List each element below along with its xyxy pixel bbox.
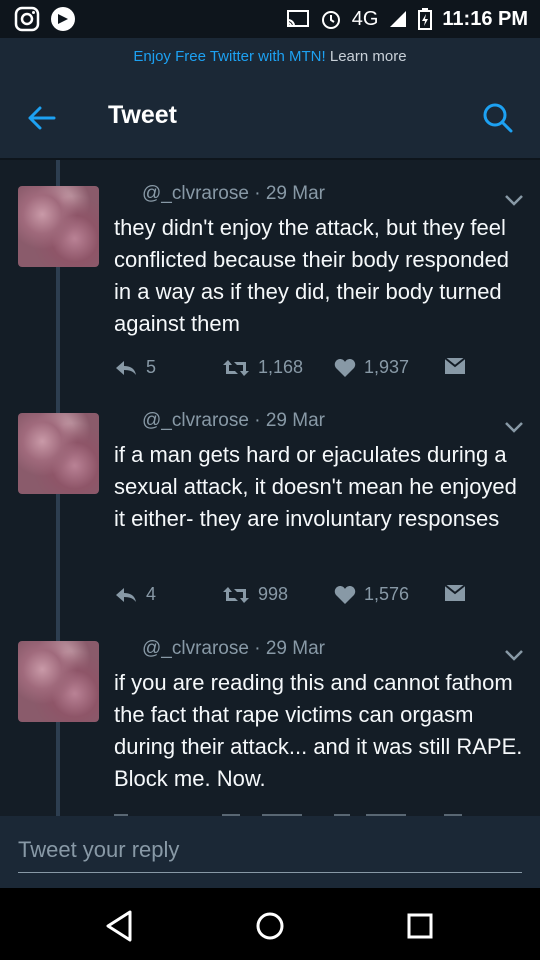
tweet-actions: 4 998 1,576 (114, 584, 534, 608)
direct-message-button[interactable] (444, 584, 466, 602)
back-triangle-icon[interactable] (100, 906, 140, 946)
promo-text: Enjoy Free Twitter with MTN! (133, 48, 326, 65)
status-bar: 4G 11:16 PM (0, 0, 540, 38)
chevron-down-icon[interactable] (503, 420, 525, 434)
app-bar: Tweet (0, 76, 540, 160)
retweet-icon (223, 359, 249, 376)
retweet-button[interactable]: 1,168 (222, 357, 303, 378)
reply-button[interactable]: 4 (114, 584, 156, 605)
avatar[interactable] (18, 413, 99, 494)
clock: 11:16 PM (442, 7, 528, 30)
retweet-icon (223, 586, 249, 603)
back-arrow-icon[interactable] (22, 98, 62, 138)
app-notification-icon (51, 7, 75, 31)
recents-square-icon[interactable] (400, 906, 440, 946)
reply-input[interactable] (18, 828, 522, 873)
avatar[interactable] (18, 641, 99, 722)
network-type: 4G (351, 7, 379, 30)
reply-icon (116, 587, 136, 602)
chevron-down-icon[interactable] (503, 193, 525, 207)
learn-more-link[interactable]: Learn more (330, 48, 407, 65)
search-icon[interactable] (478, 98, 518, 138)
reply-button[interactable]: 5 (114, 357, 156, 378)
tweet-date: 29 Mar (265, 410, 325, 431)
avatar[interactable] (18, 186, 99, 267)
tweet-text: they didn't enjoy the attack, but they f… (114, 215, 510, 336)
reply-composer (0, 816, 540, 888)
chevron-down-icon[interactable] (503, 648, 525, 662)
battery-icon (418, 8, 433, 30)
envelope-icon (444, 357, 466, 374)
tweet-handle[interactable]: @_clvrarose (142, 410, 249, 431)
tweet-date: 29 Mar (265, 638, 325, 659)
envelope-icon (444, 584, 466, 601)
tweet-handle[interactable]: @_clvrarose (142, 183, 249, 204)
signal-icon (390, 11, 407, 27)
tweet-text: if you are reading this and cannot fatho… (114, 670, 523, 791)
tweet-actions: 5 1,168 1,937 (114, 357, 534, 381)
home-circle-icon[interactable] (250, 906, 290, 946)
reply-icon (116, 360, 136, 375)
instagram-icon (14, 6, 40, 32)
reply-count: 5 (146, 357, 157, 377)
promo-banner[interactable]: Enjoy Free Twitter with MTN! Learn more (0, 38, 540, 76)
page-title: Tweet (108, 101, 177, 129)
like-count: 1,937 (364, 357, 410, 377)
tweet-handle[interactable]: @_clvrarose (142, 638, 249, 659)
tweet-meta: @_clvrarose · 29 Mar (142, 183, 325, 204)
cast-icon (286, 10, 309, 27)
like-count: 1,576 (364, 584, 410, 604)
system-nav-bar (0, 888, 540, 960)
like-button[interactable]: 1,937 (334, 357, 409, 378)
retweet-count: 1,168 (258, 357, 304, 377)
retweet-button[interactable]: 998 (222, 584, 288, 605)
tweet-date: 29 Mar (265, 183, 325, 204)
retweet-count: 998 (258, 584, 289, 604)
tweet-meta: @_clvrarose · 29 Mar (142, 638, 325, 659)
tweet-text: if a man gets hard or ejaculates during … (114, 442, 517, 531)
tweet-actions-partial (114, 808, 494, 816)
heart-icon (334, 358, 356, 377)
direct-message-button[interactable] (444, 357, 466, 375)
like-button[interactable]: 1,576 (334, 584, 409, 605)
reply-count: 4 (146, 584, 157, 604)
alarm-icon (321, 11, 340, 29)
heart-icon (334, 585, 356, 604)
tweet-meta: @_clvrarose · 29 Mar (142, 410, 325, 431)
